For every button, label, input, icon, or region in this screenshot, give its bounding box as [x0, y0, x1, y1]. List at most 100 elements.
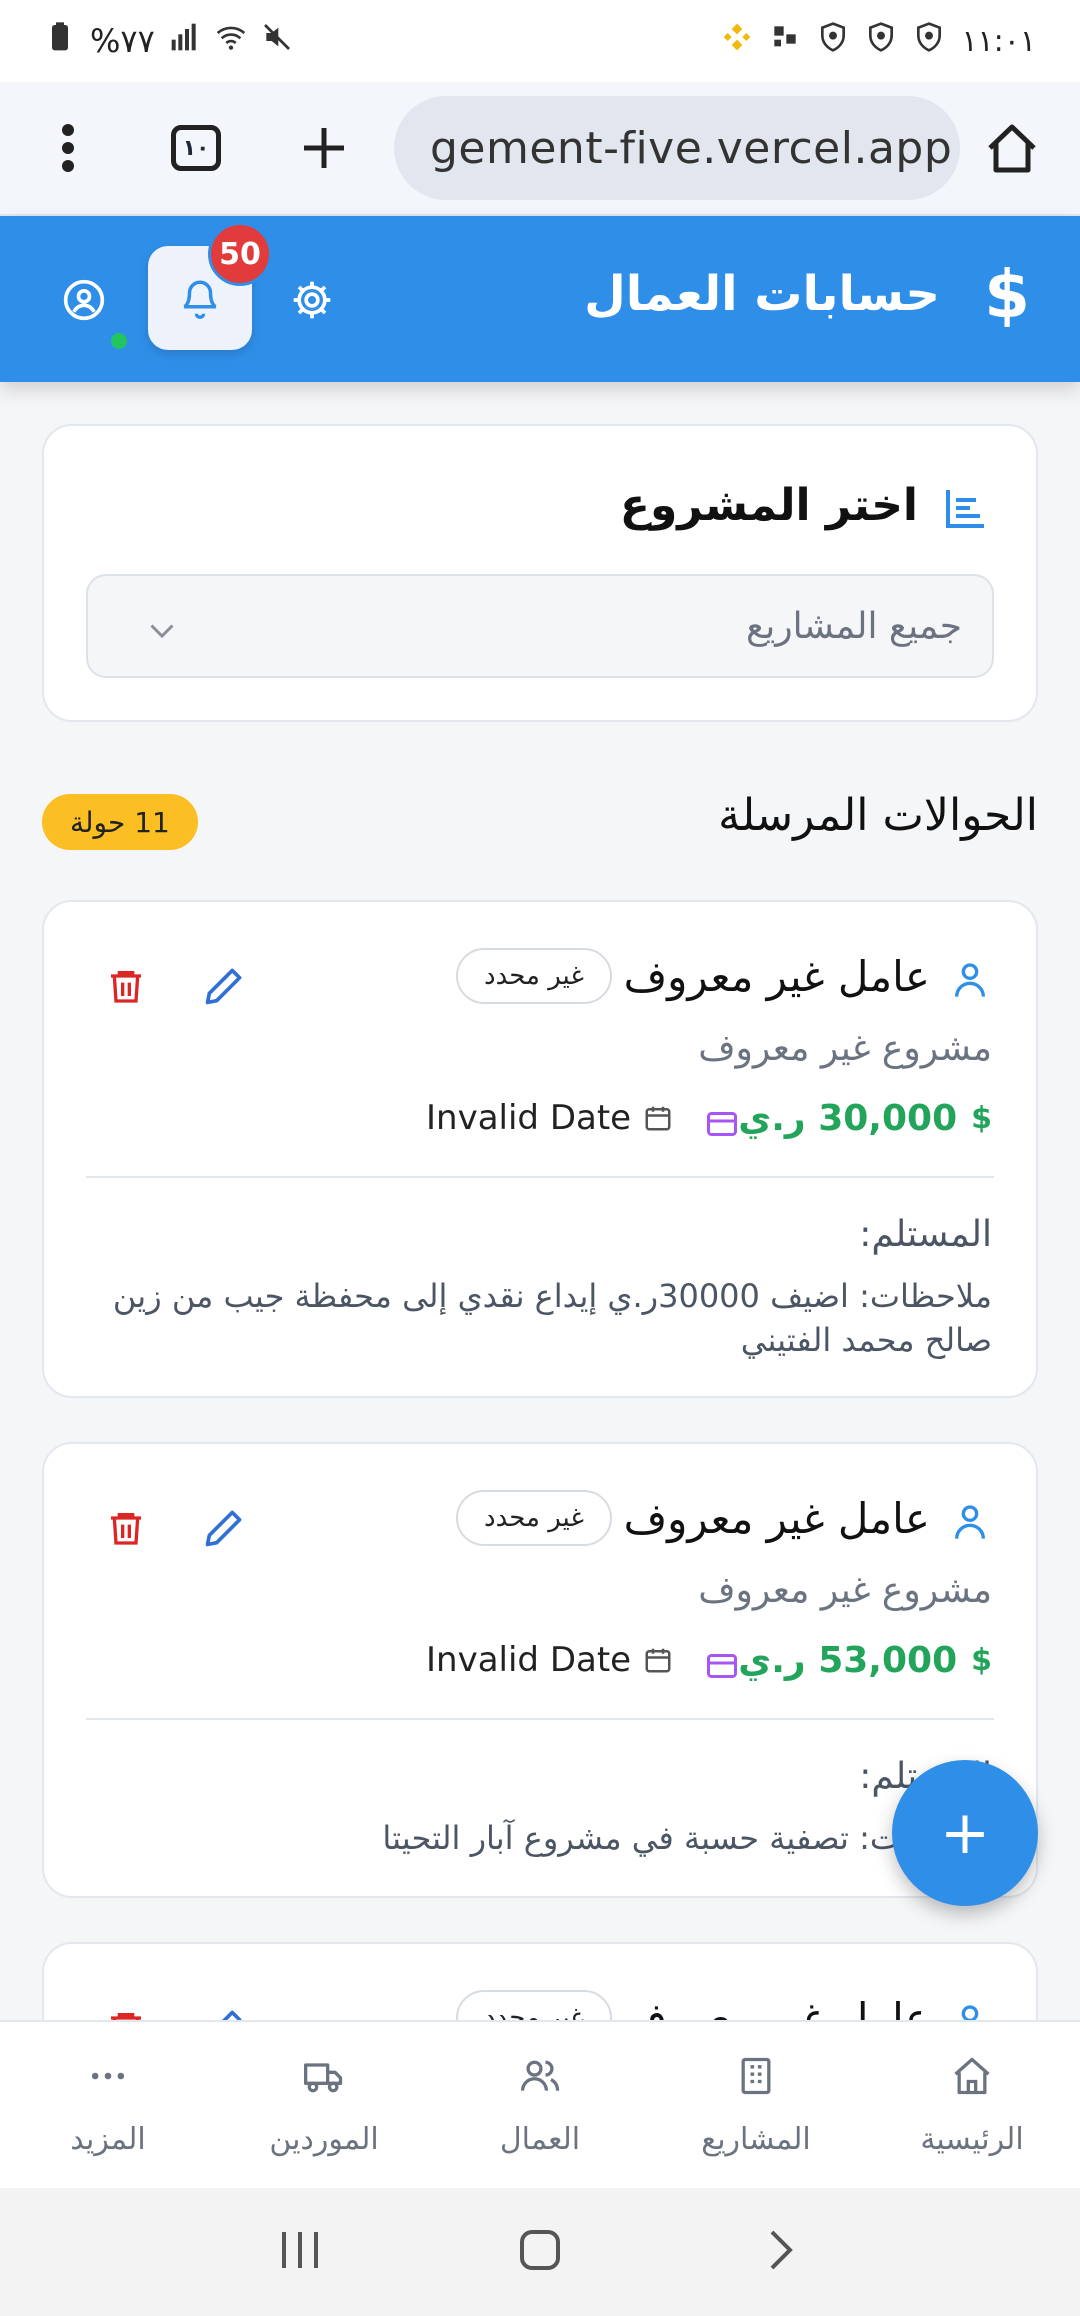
home-system-button[interactable]	[518, 2228, 562, 2276]
profile-button[interactable]	[62, 278, 106, 322]
clock-time: ١١:٠١	[961, 23, 1036, 59]
transfer-date: Invalid Date	[426, 1640, 673, 1680]
amount-value: 53,000 ر.ي	[738, 1640, 958, 1681]
person-icon	[955, 1505, 985, 1539]
nav-label: العمال	[499, 2121, 581, 2157]
delete-button[interactable]	[106, 964, 146, 1008]
online-indicator	[108, 330, 130, 352]
tab-switcher-button[interactable]: ١٠	[156, 108, 236, 188]
transfer-notes: ملاحظات: تصفية حسبة في مشروع آبار التحيت…	[382, 1819, 992, 1857]
chevron-down-icon	[150, 624, 174, 639]
amount: $ 30,000 ر.ي	[738, 1098, 992, 1139]
kebab-menu-icon	[62, 124, 74, 172]
credit-card-icon	[707, 1112, 737, 1136]
binance-icon	[721, 21, 753, 61]
transfer-date: Invalid Date	[426, 1098, 673, 1138]
tab-count: ١٠	[171, 125, 221, 171]
system-navigation-bar	[0, 2188, 1080, 2316]
status-right: ١١:٠١	[721, 21, 1036, 61]
home-button[interactable]	[972, 108, 1052, 188]
transfer-card: عامل غير معروف غير محدد مشروع غير معروف …	[42, 900, 1038, 1398]
nav-label: المزيد	[70, 2121, 146, 2157]
back-button[interactable]	[758, 2228, 802, 2276]
amount: $ 53,000 ر.ي	[738, 1640, 992, 1681]
settings-button[interactable]	[290, 278, 334, 322]
browser-toolbar: ١٠ gement-five.vercel.app	[0, 82, 1080, 216]
status-tag: غير محدد	[456, 948, 612, 1004]
chart-list-icon	[942, 484, 990, 532]
transfer-card: عامل غير معروف غير محدد مشروع غير معروف …	[42, 1442, 1038, 1898]
worker-name: عامل غير معروف	[623, 952, 930, 1001]
home-square-icon	[520, 2230, 560, 2270]
status-tag: غير محدد	[456, 1490, 612, 1546]
project-select-title: اختر المشروع	[619, 480, 918, 531]
worker-name: عامل غير معروف	[623, 1494, 930, 1543]
shield-icon	[865, 21, 897, 61]
transfers-section-title: الحوالات المرسلة	[718, 790, 1038, 841]
status-bar: %٧٧ ١١:٠١	[0, 0, 1080, 82]
date-text: Invalid Date	[426, 1640, 632, 1680]
transfer-notes: ملاحظات: اضيف 30000ر.ي إيداع نقدي إلى مح…	[112, 1277, 992, 1359]
signal-icon	[169, 21, 201, 61]
trash-icon	[111, 971, 141, 1003]
nav-label: الموردين	[269, 2121, 379, 2157]
divider	[86, 1176, 994, 1178]
calendar-icon	[645, 1106, 671, 1131]
mute-icon	[261, 21, 293, 61]
nav-item-projects[interactable]: المشاريع	[648, 2022, 864, 2188]
truck-icon	[304, 2062, 343, 2092]
project-dropdown[interactable]: جميع المشاريع	[86, 574, 994, 678]
nav-label: المشاريع	[701, 2121, 811, 2157]
page-title: حسابات العمال	[584, 266, 940, 322]
trash-icon	[111, 1513, 141, 1545]
wifi-icon	[215, 21, 247, 61]
more-icon	[91, 2072, 125, 2079]
plus-icon	[304, 128, 344, 168]
url-bar[interactable]: gement-five.vercel.app	[394, 96, 960, 200]
shield-icon	[817, 21, 849, 61]
recents-button[interactable]	[278, 2228, 322, 2276]
person-icon	[955, 963, 985, 997]
browser-menu-button[interactable]	[28, 108, 108, 188]
app-icon	[769, 21, 801, 61]
app-header: 50 حسابات العمال $	[0, 216, 1080, 382]
users-icon	[520, 2060, 560, 2091]
dollar-icon: $	[984, 256, 1030, 333]
chevron-right-icon	[770, 2230, 793, 2270]
pencil-icon	[205, 968, 242, 1005]
new-tab-button[interactable]	[284, 108, 364, 188]
nav-item-suppliers[interactable]: الموردين	[216, 2022, 432, 2188]
battery-icon	[44, 21, 76, 61]
calendar-icon	[645, 1648, 671, 1673]
nav-label: الرئيسية	[920, 2121, 1024, 2157]
pencil-icon	[205, 1510, 242, 1547]
nav-item-workers[interactable]: العمال	[432, 2022, 648, 2188]
project-name: مشروع غير معروف	[698, 1028, 992, 1069]
building-icon	[741, 2057, 771, 2094]
amount-value: 30,000 ر.ي	[738, 1098, 958, 1139]
delete-button[interactable]	[106, 1506, 146, 1550]
recents-icon	[282, 2232, 318, 2268]
gear-icon	[293, 281, 331, 319]
nav-item-home[interactable]: الرئيسية	[864, 2022, 1080, 2188]
edit-button[interactable]	[202, 964, 246, 1008]
status-left: %٧٧	[44, 21, 293, 61]
shield-icon	[913, 21, 945, 61]
battery-level: %٧٧	[90, 22, 155, 60]
bell-icon	[183, 280, 217, 319]
project-name: مشروع غير معروف	[698, 1570, 992, 1611]
date-text: Invalid Date	[426, 1098, 632, 1138]
credit-card-icon	[707, 1654, 737, 1678]
home-icon	[954, 2057, 990, 2094]
receiver-label: المستلم:	[859, 1214, 992, 1255]
nav-item-more[interactable]: المزيد	[0, 2022, 216, 2188]
url-text: gement-five.vercel.app	[430, 122, 953, 174]
project-select-card: اختر المشروع جميع المشاريع	[42, 424, 1038, 722]
project-dropdown-value: جميع المشاريع	[746, 606, 962, 647]
home-icon	[988, 124, 1036, 173]
bottom-nav: الرئيسية المشاريع العمال الموردين المزيد	[0, 2020, 1080, 2188]
edit-button[interactable]	[202, 1506, 246, 1550]
currency-icon: $	[971, 1643, 992, 1678]
divider	[86, 1718, 994, 1720]
add-transfer-button[interactable]: +	[892, 1760, 1038, 1906]
